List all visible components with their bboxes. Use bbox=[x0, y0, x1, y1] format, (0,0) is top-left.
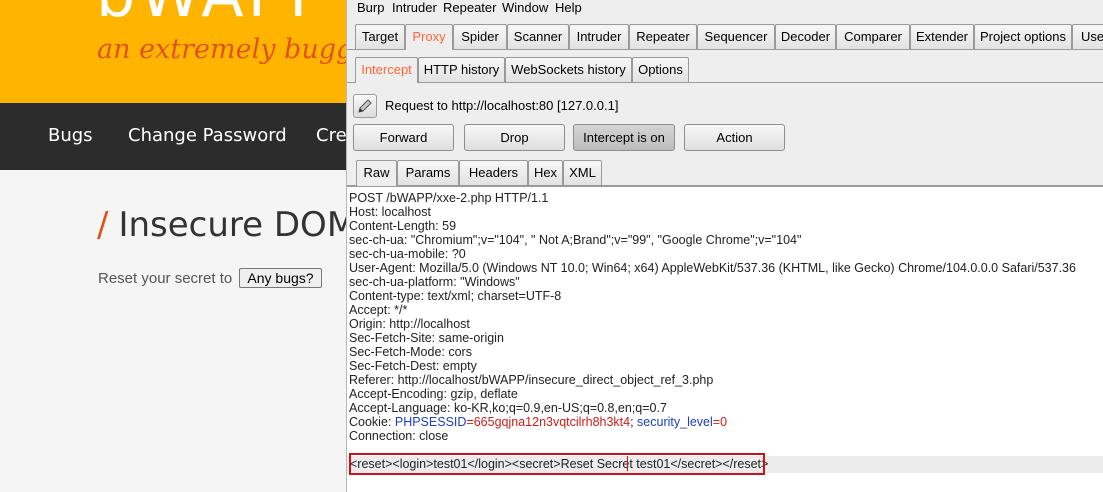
tab-comparer[interactable]: Comparer bbox=[836, 24, 910, 49]
menu-bar: Burp Intruder Repeater Window Help bbox=[347, 0, 1103, 18]
tab-intercept[interactable]: Intercept bbox=[355, 57, 418, 83]
tab-extender[interactable]: Extender bbox=[910, 24, 974, 49]
cookie-label: Cookie: bbox=[349, 415, 395, 429]
tab-params[interactable]: Params bbox=[397, 160, 459, 185]
tab-xml[interactable]: XML bbox=[563, 160, 602, 185]
drop-button[interactable]: Drop bbox=[464, 124, 565, 151]
tab-user-options[interactable]: User options bbox=[1072, 24, 1103, 49]
tab-options[interactable]: Options bbox=[632, 57, 689, 82]
cookie-separator: ; bbox=[630, 415, 638, 429]
bwapp-logo[interactable]: bWAPP bbox=[96, 0, 330, 31]
phpsessid-name: PHPSESSID bbox=[394, 415, 467, 429]
tab-proxy[interactable]: Proxy bbox=[405, 24, 453, 50]
bwapp-tagline: an extremely buggy web app ! bbox=[97, 34, 346, 65]
tab-project-options[interactable]: Project options bbox=[974, 24, 1072, 49]
menu-repeater[interactable]: Repeater bbox=[443, 0, 496, 16]
request-line: POST /bWAPP/xxe-2.php HTTP/1.1 bbox=[349, 191, 549, 205]
tab-spider[interactable]: Spider bbox=[453, 24, 507, 49]
action-button[interactable]: Action bbox=[684, 124, 785, 151]
bwapp-page: bWAPP an extremely buggy web app ! Bugs … bbox=[0, 0, 346, 492]
xml-body-highlight-box bbox=[349, 453, 765, 475]
tab-target[interactable]: Target bbox=[355, 24, 405, 49]
cookie-line: Cookie: PHPSESSID=665gqjna12n3vqtcilrh8h… bbox=[349, 415, 727, 429]
tab-scanner[interactable]: Scanner bbox=[507, 24, 569, 49]
reset-label: Reset your secret to bbox=[98, 270, 233, 287]
menu-intruder[interactable]: Intruder bbox=[392, 0, 437, 16]
menu-burp[interactable]: Burp bbox=[357, 0, 384, 16]
menu-window[interactable]: Window bbox=[502, 0, 548, 16]
tab-decoder[interactable]: Decoder bbox=[775, 24, 836, 49]
main-tab-divider bbox=[347, 49, 1103, 50]
header-line: Content-type: text/xml; charset=UTF-8 bbox=[349, 289, 562, 303]
request-target-label: Request to http://localhost:80 [127.0.0.… bbox=[385, 98, 619, 113]
tab-http-history[interactable]: HTTP history bbox=[418, 57, 505, 82]
header-line: Connection: close bbox=[349, 429, 449, 443]
nav-create-user[interactable]: Create User bbox=[316, 125, 346, 146]
tab-repeater[interactable]: Repeater bbox=[629, 24, 697, 49]
tab-sequencer[interactable]: Sequencer bbox=[697, 24, 775, 49]
text-cursor bbox=[627, 456, 628, 471]
security-level-name: security_level bbox=[637, 415, 713, 429]
header-line: Sec-Fetch-Mode: cors bbox=[349, 345, 472, 359]
header-line: Sec-Fetch-Dest: empty bbox=[349, 359, 477, 373]
header-line: Content-Length: 59 bbox=[349, 219, 457, 233]
nav-bugs[interactable]: Bugs bbox=[48, 125, 93, 146]
proxy-tab-divider bbox=[347, 82, 1103, 83]
reset-row: Reset your secret to Any bugs? bbox=[98, 268, 322, 288]
nav-change-password[interactable]: Change Password bbox=[128, 125, 287, 146]
edit-pencil-icon[interactable] bbox=[353, 94, 377, 118]
header-line: Referer: http://localhost/bWAPP/insecure… bbox=[349, 373, 714, 387]
any-bugs-button[interactable]: Any bugs? bbox=[239, 268, 322, 288]
header-line: sec-ch-ua-mobile: ?0 bbox=[349, 247, 466, 261]
bwapp-header: bWAPP an extremely buggy web app ! bbox=[0, 0, 346, 103]
header-line: Accept-Encoding: gzip, deflate bbox=[349, 387, 518, 401]
title-slash: / bbox=[97, 205, 109, 245]
tab-hex[interactable]: Hex bbox=[528, 160, 563, 185]
page-title: /Insecure DOM - Reset Secret bbox=[97, 205, 346, 245]
header-line: Accept-Language: ko-KR,ko;q=0.9,en-US;q=… bbox=[349, 401, 667, 415]
header-line: User-Agent: Mozilla/5.0 (Windows NT 10.0… bbox=[349, 261, 1076, 275]
intercept-toggle-button[interactable]: Intercept is on bbox=[573, 124, 675, 151]
header-line: Sec-Fetch-Site: same-origin bbox=[349, 331, 504, 345]
forward-button[interactable]: Forward bbox=[353, 124, 454, 151]
header-line: Host: localhost bbox=[349, 205, 431, 219]
phpsessid-value: =665gqjna12n3vqtcilrh8h3kt4 bbox=[466, 415, 631, 429]
request-editor[interactable]: POST /bWAPP/xxe-2.php HTTP/1.1 Host: loc… bbox=[347, 186, 1103, 492]
tab-raw[interactable]: Raw bbox=[356, 160, 397, 186]
tab-websockets-history[interactable]: WebSockets history bbox=[505, 57, 632, 82]
page-title-text: Insecure DOM - Reset Secret bbox=[118, 205, 346, 245]
security-level-value: =0 bbox=[712, 415, 728, 429]
burp-window: Burp Intruder Repeater Window Help Targe… bbox=[346, 0, 1103, 492]
menu-help[interactable]: Help bbox=[555, 0, 582, 16]
header-line: sec-ch-ua: "Chromium";v="104", " Not A;B… bbox=[349, 233, 802, 247]
header-line: Accept: */* bbox=[349, 303, 408, 317]
header-line: Origin: http://localhost bbox=[349, 317, 470, 331]
bwapp-nav: Bugs Change Password Create User bbox=[0, 103, 346, 170]
header-line: sec-ch-ua-platform: "Windows" bbox=[349, 275, 520, 289]
tab-intruder[interactable]: Intruder bbox=[569, 24, 629, 49]
tab-headers[interactable]: Headers bbox=[459, 160, 528, 185]
